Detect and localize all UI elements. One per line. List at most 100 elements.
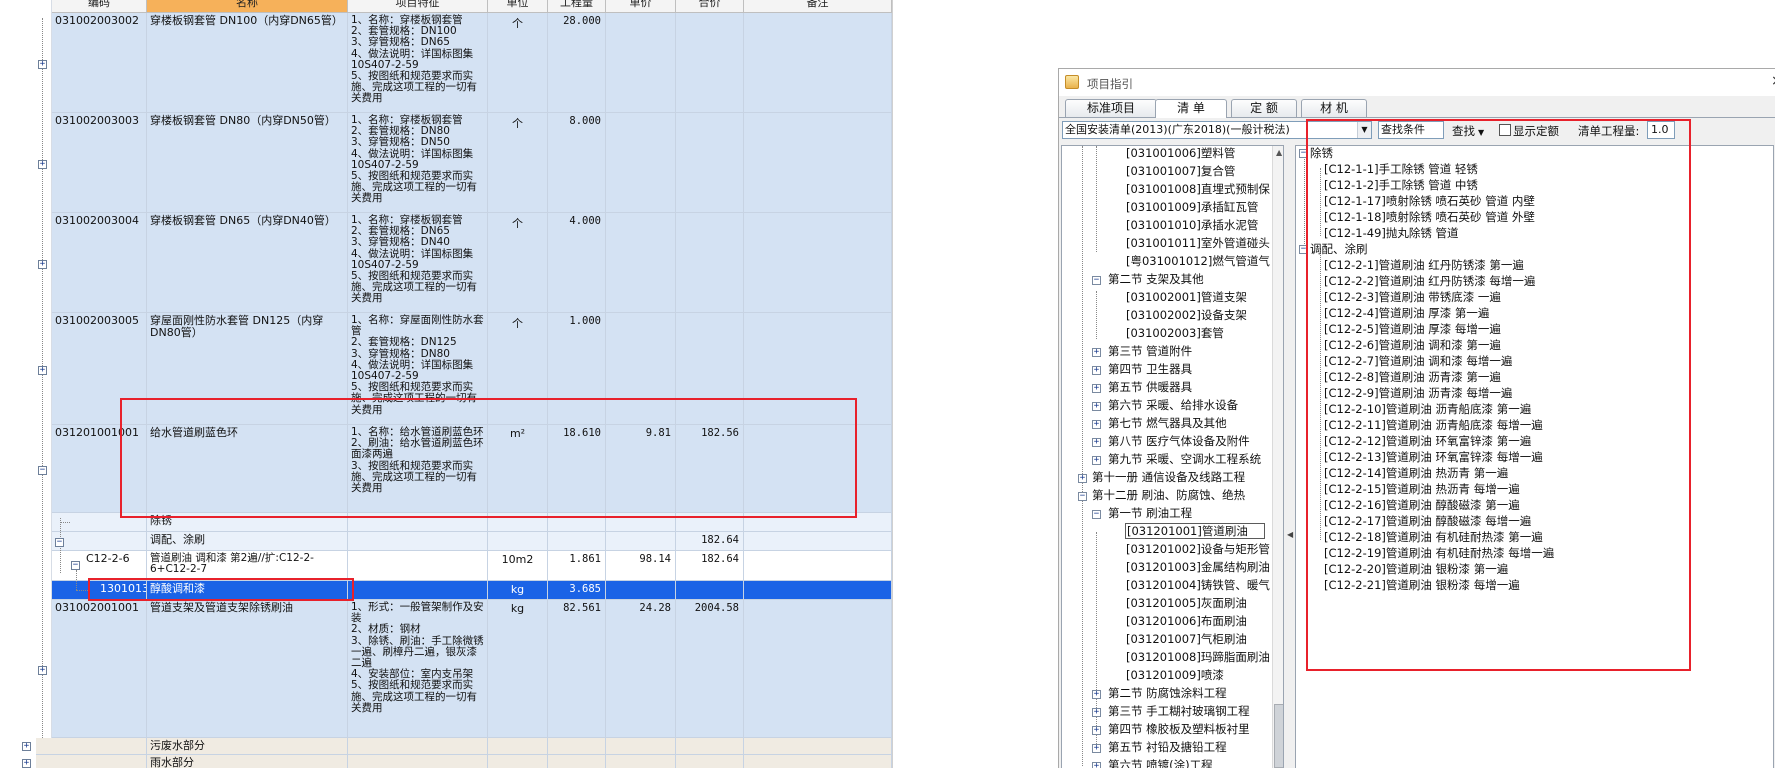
table-row[interactable]: 031002003003 穿楼板钢套管 DN80（内穿DN50管） 1、名称：穿… <box>0 113 893 213</box>
table-row[interactable]: 031002003002 穿楼板钢套管 DN100（内穿DN65管） 1、名称：… <box>0 13 893 113</box>
expand-icon[interactable]: + <box>1092 366 1101 375</box>
tree-node-volume[interactable]: 第十二册 刷油、防腐蚀、绝热 <box>1092 488 1245 502</box>
tree-node-section[interactable]: 第五节 供暖器具 <box>1108 380 1192 394</box>
tree-item[interactable]: [031201004]铸铁管、暖气 <box>1126 578 1270 592</box>
tree-node-section[interactable]: 第二节 防腐蚀涂料工程 <box>1108 686 1227 700</box>
expand-icon[interactable]: + <box>1092 690 1101 699</box>
table-row[interactable]: 031002003004 穿楼板钢套管 DN65（内穿DN40管） 1、名称：穿… <box>0 213 893 313</box>
collapse-icon[interactable]: − <box>71 561 80 570</box>
quota-item[interactable]: [C12-2-15]管道刷油 热沥青 每增一遍 <box>1324 482 1520 496</box>
tree-node-section[interactable]: 第四节 橡胶板及塑料板衬里 <box>1108 722 1250 736</box>
expand-icon[interactable]: + <box>1092 402 1101 411</box>
quota-item[interactable]: [C12-2-5]管道刷油 厚漆 每增一遍 <box>1324 322 1501 336</box>
collapse-icon[interactable]: − <box>38 466 47 475</box>
header-code[interactable]: 编码 <box>52 0 147 13</box>
quota-item[interactable]: [C12-1-1]手工除锈 管道 轻锈 <box>1324 162 1478 176</box>
tree-node-section[interactable]: 第八节 医疗气体设备及附件 <box>1108 434 1250 448</box>
quota-item[interactable]: [C12-2-17]管道刷油 醇酸磁漆 每增一遍 <box>1324 514 1531 528</box>
tree-item[interactable]: [031002002]设备支架 <box>1126 308 1247 322</box>
expand-icon[interactable]: + <box>1078 474 1087 483</box>
collapse-icon[interactable]: − <box>1092 510 1101 519</box>
expand-icon[interactable]: + <box>38 666 47 675</box>
expand-icon[interactable]: + <box>1092 762 1101 768</box>
tree-item[interactable]: [031201005]灰面刷油 <box>1126 596 1247 610</box>
chevron-down-icon[interactable]: ▼ <box>1357 122 1371 138</box>
quota-item[interactable]: [C12-2-11]管道刷油 沥青船底漆 每增一遍 <box>1324 418 1543 432</box>
quota-group-derust[interactable]: 除锈 <box>1310 146 1333 160</box>
quota-item[interactable]: [C12-2-12]管道刷油 环氧富锌漆 第一遍 <box>1324 434 1531 448</box>
tree-item[interactable]: [031201008]玛蹄脂面刷油 <box>1126 650 1270 664</box>
table-row-selected[interactable]: 1301013 醇酸调和漆 kg 3.685 <box>0 581 893 600</box>
header-name[interactable]: 名称 <box>147 0 348 13</box>
quota-item[interactable]: [C12-2-14]管道刷油 热沥青 第一遍 <box>1324 466 1508 480</box>
tree-node-section[interactable]: 第三节 管道附件 <box>1108 344 1192 358</box>
quota-group-painting[interactable]: 调配、涂刷 <box>1310 242 1368 256</box>
quota-item[interactable]: [C12-2-7]管道刷油 调和漆 每增一遍 <box>1324 354 1512 368</box>
bill-library-select[interactable]: 全国安装清单(2013)(广东2018)(一般计税法) ▼ <box>1062 121 1372 139</box>
quota-item[interactable]: [C12-2-9]管道刷油 沥青漆 每增一遍 <box>1324 386 1512 400</box>
expand-icon[interactable]: + <box>38 260 47 269</box>
expand-icon[interactable]: + <box>38 60 47 69</box>
quota-item[interactable]: [C12-2-8]管道刷油 沥青漆 第一遍 <box>1324 370 1501 384</box>
bill-qty-input[interactable]: 1.0 <box>1647 121 1675 139</box>
find-button[interactable]: 查找 ▼ <box>1452 123 1484 139</box>
tree-item[interactable]: [粤031001012]燃气管道气 <box>1126 254 1270 268</box>
quota-item[interactable]: [C12-2-2]管道刷油 红丹防锈漆 每增一遍 <box>1324 274 1535 288</box>
quota-item[interactable]: [C12-2-1]管道刷油 红丹防锈漆 第一遍 <box>1324 258 1524 272</box>
tree-item[interactable]: [031001010]承插水泥管 <box>1126 218 1258 232</box>
pane-splitter[interactable]: ◀ <box>1286 145 1293 768</box>
scrollbar-thumb[interactable] <box>1274 704 1283 768</box>
tree-item[interactable]: [031201003]金属结构刷油 <box>1126 560 1270 574</box>
quota-item[interactable]: [C12-2-10]管道刷油 沥青船底漆 第一遍 <box>1324 402 1531 416</box>
tree-node-section[interactable]: 第二节 支架及其他 <box>1108 272 1204 286</box>
collapse-icon[interactable]: − <box>1299 245 1308 254</box>
tree-node-volume[interactable]: 第十一册 通信设备及线路工程 <box>1092 470 1245 484</box>
chevron-left-icon[interactable]: ◀ <box>1287 530 1293 539</box>
quota-item[interactable]: [C12-2-19]管道刷油 有机硅耐热漆 每增一遍 <box>1324 546 1554 560</box>
header-unit[interactable]: 单位 <box>488 0 548 13</box>
expand-icon[interactable]: + <box>1092 456 1101 465</box>
expand-icon[interactable]: + <box>22 759 31 768</box>
quota-item[interactable]: [C12-2-4]管道刷油 厚漆 第一遍 <box>1324 306 1489 320</box>
tab-materials[interactable]: 材 机 <box>1301 99 1367 117</box>
tree-item[interactable]: [031002001]管道支架 <box>1126 290 1247 304</box>
expand-icon[interactable]: + <box>38 366 47 375</box>
header-note[interactable]: 备注 <box>744 0 892 13</box>
table-row[interactable]: 031201001001 给水管道刷蓝色环 1、名称：给水管道刷蓝色环 2、刷油… <box>0 425 893 513</box>
collapse-icon[interactable]: − <box>55 538 64 547</box>
table-row[interactable]: 调配、涂刷 182.64 <box>0 532 893 551</box>
tree-item[interactable]: [031201007]气柜刷油 <box>1126 632 1247 646</box>
expand-icon[interactable]: + <box>38 160 47 169</box>
tree-item[interactable]: [031001011]室外管道碰头 <box>1126 236 1270 250</box>
tree-item[interactable]: [031201002]设备与矩形管 <box>1126 542 1270 556</box>
table-row[interactable]: 污废水部分 <box>0 738 893 755</box>
quota-item[interactable]: [C12-2-18]管道刷油 有机硅耐热漆 第一遍 <box>1324 530 1543 544</box>
collapse-icon[interactable]: − <box>1299 149 1308 158</box>
tree-node-section[interactable]: 第三节 手工糊衬玻璃钢工程 <box>1108 704 1250 718</box>
header-feature[interactable]: 项目特征 <box>348 0 488 13</box>
expand-icon[interactable]: + <box>1092 348 1101 357</box>
quota-item[interactable]: [C12-1-18]喷射除锈 喷石英砂 管道 外壁 <box>1324 210 1535 224</box>
chevron-down-icon[interactable]: ▼ <box>1478 128 1484 137</box>
expand-icon[interactable]: + <box>1092 420 1101 429</box>
tree-item[interactable]: [031201009]喷漆 <box>1126 668 1224 682</box>
quota-item[interactable]: [C12-2-21]管道刷油 银粉漆 每增一遍 <box>1324 578 1520 592</box>
find-input[interactable]: 查找条件 <box>1378 121 1444 139</box>
scroll-up-icon[interactable]: ▲ <box>1276 148 1282 157</box>
collapse-icon[interactable]: − <box>1078 492 1087 501</box>
expand-icon[interactable]: + <box>1092 744 1101 753</box>
quota-item[interactable]: [C12-2-13]管道刷油 环氧富锌漆 每增一遍 <box>1324 450 1543 464</box>
tree-scrollbar[interactable]: ▲ <box>1272 146 1283 768</box>
show-quota-checkbox[interactable] <box>1499 124 1511 136</box>
quota-item[interactable]: [C12-1-17]喷射除锈 喷石英砂 管道 内壁 <box>1324 194 1535 208</box>
tab-standard-items[interactable]: 标准项目 <box>1065 99 1157 117</box>
table-row[interactable]: C12-2-6 管道刷油 调和漆 第2遍//扩:C12-2-6+C12-2-7 … <box>0 551 893 581</box>
tree-item-selected[interactable]: [031201001]管道刷油 <box>1125 523 1265 539</box>
tree-node-section[interactable]: 第九节 采暖、空调水工程系统 <box>1108 452 1261 466</box>
tab-quota[interactable]: 定 额 <box>1231 99 1297 117</box>
dialog-titlebar[interactable]: 项目指引 × <box>1059 69 1775 96</box>
tree-item[interactable]: [031201006]布面刷油 <box>1126 614 1247 628</box>
tree-node-section[interactable]: 第六节 采暖、给排水设备 <box>1108 398 1238 412</box>
table-row[interactable]: 031002003005 穿屋面刚性防水套管 DN125（内穿DN80管） 1、… <box>0 313 893 425</box>
tree-item[interactable]: [031001009]承插缸瓦管 <box>1126 200 1258 214</box>
